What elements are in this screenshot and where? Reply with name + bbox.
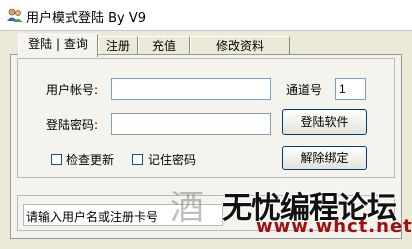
status-text: 请输入用户名或注册卡号	[26, 210, 159, 224]
account-label: 用户帐号:	[46, 83, 99, 97]
channel-label: 通道号	[286, 83, 323, 97]
password-label: 登陆密码:	[46, 118, 99, 132]
tab-login-query[interactable]: 登陆 | 查询	[18, 34, 98, 57]
check-update-checkbox[interactable]	[51, 154, 62, 165]
window-title: 用户模式登陆 By V9	[26, 11, 147, 26]
tab-edit-profile[interactable]: 修改资料	[190, 36, 290, 55]
users-icon	[7, 8, 23, 22]
login-button[interactable]: 登陆软件	[282, 109, 367, 135]
tab-strip: 登陆 | 查询 注册 充值 修改资料	[18, 34, 404, 57]
watermark-glyph: 酒	[170, 188, 204, 228]
tab-recharge[interactable]: 充值	[138, 36, 190, 55]
check-update-label[interactable]: 检查更新	[66, 151, 114, 168]
remember-password-label[interactable]: 记住密码	[148, 151, 196, 168]
unbind-button[interactable]: 解除绑定	[282, 146, 367, 170]
watermark-url: www.whct.net	[256, 216, 412, 237]
account-input[interactable]	[111, 78, 271, 100]
title-bar: 用户模式登陆 By V9	[0, 0, 412, 31]
remember-password-checkbox[interactable]	[132, 154, 143, 165]
login-group: 用户帐号: 通道号 登陆密码: 登陆软件 检查更新 记住密码 解除绑定	[17, 58, 395, 178]
password-input[interactable]	[111, 113, 271, 135]
tab-register[interactable]: 注册	[98, 36, 138, 55]
channel-input[interactable]	[335, 78, 366, 100]
